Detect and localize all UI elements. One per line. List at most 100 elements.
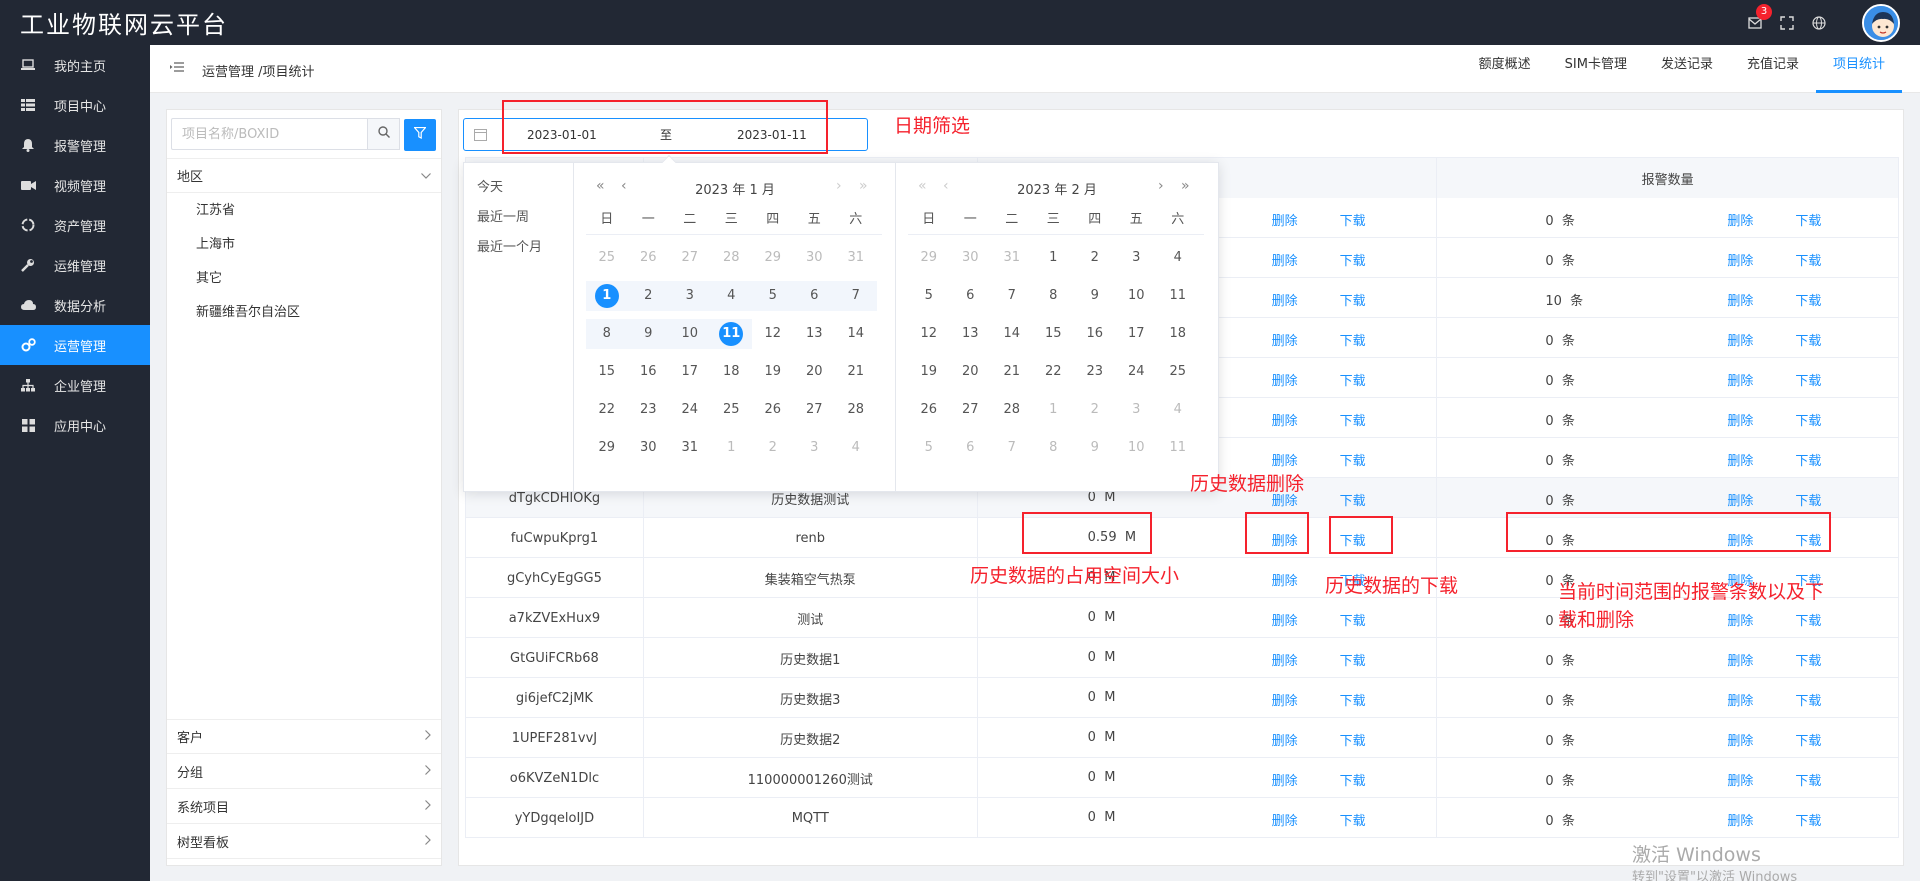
day-cell[interactable]: 4 [710,281,752,311]
selected-day[interactable]: 1 [586,281,628,311]
day-cell[interactable]: 27 [669,243,711,273]
day-cell[interactable]: 25 [711,395,753,425]
history-delete-link[interactable]: 删除 [1272,810,1298,829]
user-avatar[interactable] [1862,3,1900,42]
day-cell[interactable]: 31 [835,243,877,273]
day-cell[interactable]: 20 [794,357,836,387]
alarm-download-link[interactable]: 下载 [1795,450,1821,469]
sidebar-item-apps[interactable]: 应用中心 [0,405,150,445]
mail-icon[interactable]: 3 [1746,3,1772,32]
group-tree-board[interactable]: 树型看板 [167,824,441,859]
search-input[interactable] [171,118,368,150]
sidebar-item-maintenance[interactable]: 运维管理 [0,245,150,285]
day-cell[interactable]: 7 [835,281,877,311]
day-cell[interactable]: 31 [991,243,1033,273]
day-cell[interactable]: 6 [793,281,835,311]
day-cell[interactable]: 1 [711,433,753,463]
day-cell[interactable]: 20 [950,357,992,387]
day-cell[interactable]: 8 [1033,281,1075,311]
day-cell[interactable]: 1 [1033,395,1075,425]
next-month-icon[interactable]: › [836,178,842,194]
group-grouping[interactable]: 分组 [167,754,441,789]
day-cell[interactable]: 23 [1074,357,1116,387]
history-delete-link[interactable]: 删除 [1272,770,1298,789]
alarm-delete-link[interactable]: 删除 [1727,330,1753,349]
history-download-link[interactable]: 下载 [1340,810,1366,829]
next-year-icon[interactable]: » [859,178,868,194]
day-cell[interactable]: 5 [752,281,794,311]
day-cell[interactable]: 13 [794,319,836,349]
alarm-delete-link[interactable]: 删除 [1727,650,1753,669]
history-delete-link[interactable]: 删除 [1272,730,1298,749]
shortcut-today[interactable]: 今天 [464,173,573,203]
alarm-download-link[interactable]: 下载 [1795,770,1821,789]
day-cell[interactable]: 5 [908,281,950,311]
day-cell[interactable]: 29 [908,243,950,273]
history-delete-link[interactable]: 删除 [1272,250,1298,269]
history-delete-link[interactable]: 删除 [1272,610,1298,629]
end-date[interactable]: 2023-01-11 [737,128,807,142]
shortcut-last-month[interactable]: 最近一个月 [464,233,573,263]
sidebar-item-video[interactable]: 视频管理 [0,165,150,205]
day-cell[interactable]: 18 [1157,319,1199,349]
day-cell[interactable]: 10 [1116,281,1158,311]
day-cell[interactable]: 21 [991,357,1033,387]
day-cell[interactable]: 3 [1116,243,1158,273]
region-item[interactable]: 其它 [167,262,441,296]
alarm-download-link[interactable]: 下载 [1795,250,1821,269]
alarm-download-link[interactable]: 下载 [1795,290,1821,309]
history-delete-link[interactable]: 删除 [1272,570,1298,589]
menu-fold-icon[interactable] [170,61,184,75]
day-cell[interactable]: 10 [1116,433,1158,463]
tab-recharge-records[interactable]: 充值记录 [1730,45,1816,93]
day-cell[interactable]: 29 [586,433,628,463]
region-item[interactable]: 上海市 [167,228,441,262]
history-download-link[interactable]: 下载 [1340,770,1366,789]
group-system-projects[interactable]: 系统项目 [167,789,441,824]
day-cell[interactable]: 31 [669,433,711,463]
day-cell[interactable]: 11 [1157,281,1199,311]
day-cell[interactable]: 13 [950,319,992,349]
tab-quota-overview[interactable]: 额度概述 [1462,45,1548,93]
day-cell[interactable]: 21 [835,357,877,387]
day-cell[interactable]: 24 [1116,357,1158,387]
sidebar-item-analytics[interactable]: 数据分析 [0,285,150,325]
search-button[interactable] [368,118,400,150]
alarm-delete-link[interactable]: 删除 [1727,770,1753,789]
day-cell[interactable]: 12 [908,319,950,349]
day-cell[interactable]: 15 [1033,319,1075,349]
alarm-delete-link[interactable]: 删除 [1727,610,1753,629]
day-cell[interactable]: 19 [752,357,794,387]
day-cell[interactable]: 22 [586,395,628,425]
day-cell[interactable]: 9 [1074,433,1116,463]
day-cell[interactable]: 28 [835,395,877,425]
selected-day[interactable]: 11 [710,319,752,349]
history-delete-link[interactable]: 删除 [1272,650,1298,669]
day-cell[interactable]: 16 [1074,319,1116,349]
day-cell[interactable]: 25 [1157,357,1199,387]
alarm-delete-link[interactable]: 删除 [1727,410,1753,429]
history-download-link[interactable]: 下载 [1340,650,1366,669]
history-delete-link[interactable]: 删除 [1272,370,1298,389]
day-cell[interactable]: 26 [752,395,794,425]
sidebar-item-alarms[interactable]: 报警管理 [0,125,150,165]
day-cell[interactable]: 28 [991,395,1033,425]
alarm-download-link[interactable]: 下载 [1795,530,1821,549]
history-download-link[interactable]: 下载 [1340,410,1366,429]
history-download-link[interactable]: 下载 [1340,530,1366,549]
day-cell[interactable]: 14 [835,319,877,349]
alarm-delete-link[interactable]: 删除 [1727,490,1753,509]
alarm-delete-link[interactable]: 删除 [1727,810,1753,829]
history-download-link[interactable]: 下载 [1340,690,1366,709]
day-cell[interactable]: 26 [908,395,950,425]
alarm-download-link[interactable]: 下载 [1795,690,1821,709]
day-cell[interactable]: 30 [950,243,992,273]
day-cell[interactable]: 2 [752,433,794,463]
region-item[interactable]: 江苏省 [167,194,441,228]
date-range-picker[interactable]: 2023-01-01 至 2023-01-11 [463,118,868,151]
history-delete-link[interactable]: 删除 [1272,450,1298,469]
day-cell[interactable]: 3 [794,433,836,463]
day-cell[interactable]: 19 [908,357,950,387]
next-year-icon[interactable]: » [1181,178,1190,194]
day-cell[interactable]: 4 [1157,395,1199,425]
